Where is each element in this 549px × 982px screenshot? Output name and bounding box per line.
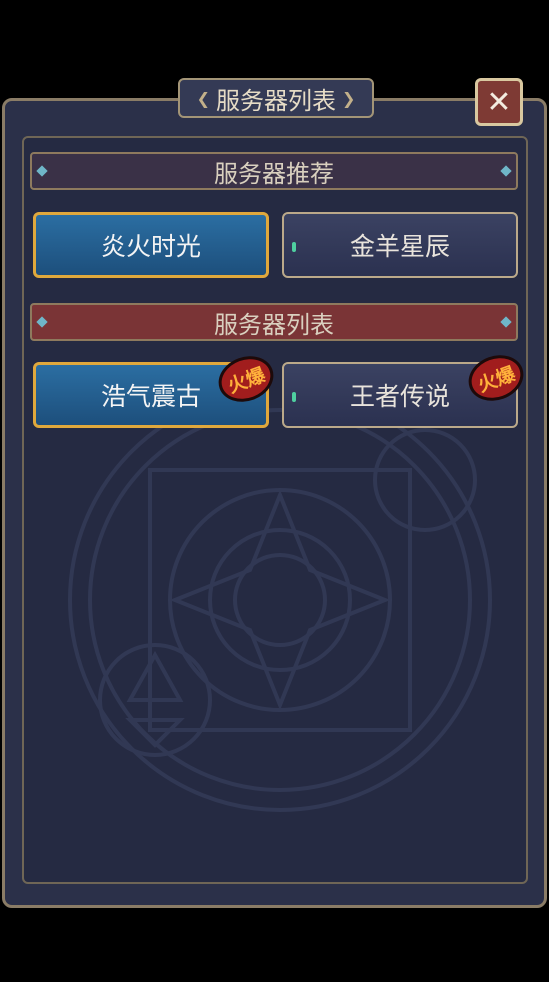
status-dot-icon (292, 242, 296, 252)
section-gem-icon (500, 316, 512, 328)
section-gem-icon (36, 165, 48, 177)
server-button-recommended-1[interactable]: 炎火时光 (33, 212, 269, 278)
server-button-list-2[interactable]: 王者传说 火爆 (282, 347, 530, 428)
title-right-ornament: ❯ (342, 88, 356, 108)
panel-title: 服务器列表 (216, 86, 336, 115)
section-gem-icon (500, 165, 512, 177)
section-list-label: 服务器列表 (214, 310, 334, 339)
close-button[interactable]: ✕ (475, 78, 523, 126)
server-name: 王者传说 (349, 382, 450, 411)
status-dot-icon (292, 392, 296, 402)
section-gem-icon (36, 316, 48, 328)
section-recommended: 服务器推荐 (30, 152, 518, 190)
title-left-ornament: ❮ (196, 88, 210, 108)
panel-title-tab: ❮ 服务器列表 ❯ (178, 78, 374, 118)
server-button-list-1[interactable]: 浩气震古 火爆 (33, 348, 280, 428)
server-name: 浩气震古 (100, 382, 201, 411)
server-name: 金羊星辰 (349, 232, 450, 261)
section-server-list: 服务器列表 (30, 303, 518, 341)
close-icon: ✕ (486, 84, 512, 120)
section-recommended-label: 服务器推荐 (214, 159, 334, 188)
server-name: 炎火时光 (100, 232, 201, 261)
magic-circle-decoration (68, 400, 492, 812)
server-button-recommended-2[interactable]: 金羊星辰 (282, 212, 518, 278)
